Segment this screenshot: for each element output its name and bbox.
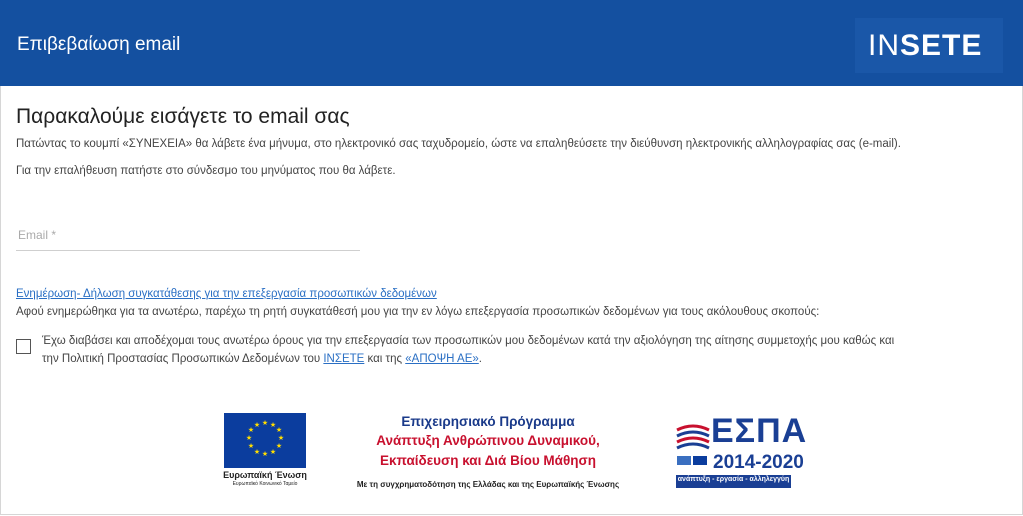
programme-funding: Με τη συγχρηματοδότηση της Ελλάδας και τ… <box>356 480 620 489</box>
espa-word: ΕΣΠΑ <box>711 412 808 450</box>
svg-text:★: ★ <box>262 419 268 427</box>
svg-text:★: ★ <box>270 448 276 456</box>
espa-years: 2014-2020 <box>713 452 804 473</box>
instruction-text: Πατώντας το κουμπί «ΣΥΝΕΧΕΙΑ» θα λάβετε … <box>16 138 901 150</box>
svg-text:★: ★ <box>254 448 260 456</box>
eu-flag-icon: ★ ★ ★ ★ ★ ★ ★ ★ ★ ★ ★ ★ <box>224 413 306 468</box>
svg-text:★: ★ <box>254 421 260 429</box>
espa-wave-icon <box>676 424 710 465</box>
espa-tagline-bar: ανάπτυξη - εργασία - αλληλεγγύη <box>676 475 791 488</box>
espa-tagline: ανάπτυξη - εργασία - αλληλεγγύη <box>677 476 790 483</box>
insete-logo-text: INSETE <box>868 29 983 62</box>
eu-logo: ★ ★ ★ ★ ★ ★ ★ ★ ★ ★ ★ ★ Ευρωπαϊκή Ένωση … <box>222 413 308 491</box>
programme-logo: Επιχειρησιακό Πρόγραμμα Ανάπτυξη Ανθρώπι… <box>338 410 638 494</box>
insete-policy-link[interactable]: ΙΝΣΕΤΕ <box>323 353 364 365</box>
svg-text:★: ★ <box>246 434 252 442</box>
page-header: Επιβεβαίωση email INSETE <box>0 0 1023 86</box>
consent-checkbox-label: Έχω διαβάσει και αποδέχομαι τους ανωτέρω… <box>42 335 895 365</box>
insete-logo: INSETE <box>855 18 1003 73</box>
svg-text:★: ★ <box>262 450 268 458</box>
email-heading: Παρακαλούμε εισάγετε το email σας <box>16 105 350 128</box>
email-field[interactable] <box>16 224 360 246</box>
programme-line-1: Ανάπτυξη Ανθρώπινου Δυναμικού, <box>376 433 600 448</box>
consent-checkbox[interactable] <box>16 339 31 354</box>
email-field-wrapper <box>16 224 360 251</box>
svg-text:★: ★ <box>248 442 254 450</box>
verify-note: Για την επαλήθευση πατήστε στο σύνδεσμο … <box>16 165 396 177</box>
consent-info-link[interactable]: Ενημέρωση- Δήλωση συγκατάθεσης για την ε… <box>16 288 437 300</box>
programme-line-2: Εκπαίδευση και Διά Βίου Μάθηση <box>379 453 597 468</box>
svg-text:★: ★ <box>276 426 282 434</box>
svg-text:★: ★ <box>276 442 282 450</box>
consent-intro-text: Αφού ενημερώθηκα για τα ανωτέρω, παρέχω … <box>16 306 820 318</box>
page-title: Επιβεβαίωση email <box>17 34 181 55</box>
espa-logo: ΕΣΠΑ 2014-2020 ανάπτυξη - εργασία - αλλη… <box>675 412 806 492</box>
svg-text:★: ★ <box>278 434 284 442</box>
eu-fund-name: Ευρωπαϊκό Κοινωνικό Ταμείο <box>232 481 298 487</box>
eu-name: Ευρωπαϊκή Ένωση <box>223 470 307 480</box>
programme-title: Επιχειρησιακό Πρόγραμμα <box>401 414 575 429</box>
apopsi-policy-link[interactable]: «ΑΠΟΨΗ ΑΕ» <box>405 353 479 365</box>
